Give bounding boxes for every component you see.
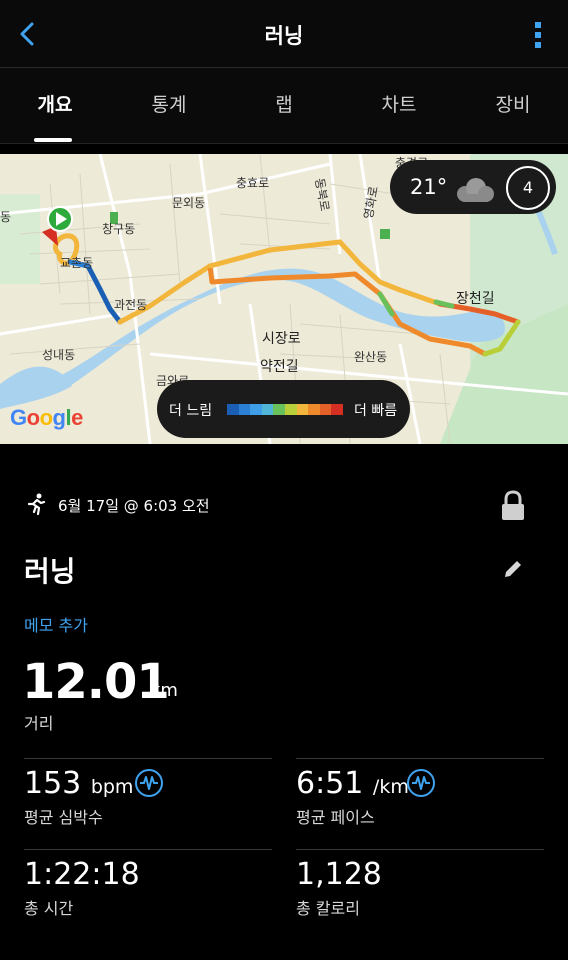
legend-slow-label: 더 느림	[169, 403, 213, 419]
page-title: 러닝	[264, 24, 304, 48]
avg-pace-value: 6:51 /km	[296, 766, 409, 801]
tab-gear[interactable]: 장비	[458, 68, 568, 144]
pace-legend: 더 느림 더 빠름	[157, 380, 410, 438]
total-time-value: 1:22:18	[24, 857, 140, 892]
divider	[296, 758, 544, 759]
map-label-sijang-ro: 시장로	[262, 331, 301, 347]
avg-pace-unit: /km	[372, 776, 409, 798]
map-label-gwajeon-dong: 과전동	[114, 298, 148, 312]
weather-temperature: 21°	[410, 175, 448, 199]
app-header: 러닝	[0, 0, 568, 68]
divider	[296, 849, 544, 850]
map-label-jangcheon-gil: 장천길	[456, 291, 495, 307]
avg-heart-rate-label: 평균 심박수	[24, 808, 103, 827]
avg-heart-rate-value: 153 bpm	[24, 766, 133, 801]
distance-unit: km	[150, 680, 178, 701]
wind-indicator: 4	[506, 166, 550, 210]
heart-rate-chart-icon[interactable]	[134, 768, 164, 798]
pace-chart-icon[interactable]	[406, 768, 436, 798]
weather-chip: 21° 4	[390, 160, 556, 214]
tab-bar: 개요 통계 랩 차트 장비	[0, 68, 568, 144]
avg-pace-label: 평균 페이스	[296, 808, 375, 827]
google-logo: Google	[10, 405, 83, 430]
tab-charts[interactable]: 차트	[344, 68, 454, 144]
activity-title: 러닝	[24, 555, 76, 588]
total-calories-value: 1,128	[296, 857, 382, 892]
add-memo-link[interactable]: 메모 추가	[24, 612, 88, 636]
avg-heart-rate-unit: bpm	[90, 776, 134, 798]
more-vertical-icon[interactable]	[534, 20, 542, 50]
map-label-changgu-dong: 창구동	[102, 222, 136, 236]
cloud-icon	[457, 178, 494, 202]
more-button[interactable]	[534, 20, 542, 50]
legend-fast-label: 더 빠름	[354, 403, 398, 419]
distance-value: 12.01	[22, 654, 170, 710]
tab-stats[interactable]: 통계	[114, 68, 224, 144]
total-time-label: 총 시간	[24, 899, 74, 918]
map-label-gyochon-dong: 교촌동	[60, 256, 94, 270]
avg-pace-number: 6:51	[296, 766, 364, 801]
start-pin-icon	[47, 206, 73, 232]
wind-speed: 4	[522, 178, 534, 197]
avg-heart-rate-number: 153	[24, 766, 82, 801]
map-label-dong: 동	[0, 210, 12, 224]
legend-color-bar	[227, 404, 343, 415]
map-label-munoe-dong: 문외동	[172, 196, 206, 210]
map-label-seongnae-dong: 성내동	[42, 348, 76, 362]
activity-date: 6월 17일 @ 6:03 오전	[58, 497, 210, 515]
lock-icon[interactable]	[500, 490, 526, 522]
running-icon	[27, 493, 46, 516]
map-label-yakjeon-gil: 약전길	[260, 359, 299, 375]
map-label-wansan-dong: 완산동	[354, 350, 388, 364]
map-label-chunghyo-ro: 충효로	[236, 176, 270, 190]
tab-overview[interactable]: 개요	[0, 68, 110, 144]
total-calories-label: 총 칼로리	[296, 899, 360, 918]
edit-pencil-icon[interactable]	[502, 558, 524, 580]
distance-label: 거리	[24, 714, 54, 733]
active-tab-indicator	[34, 138, 72, 142]
divider	[24, 849, 272, 850]
tab-laps[interactable]: 랩	[229, 68, 339, 144]
divider	[24, 758, 272, 759]
